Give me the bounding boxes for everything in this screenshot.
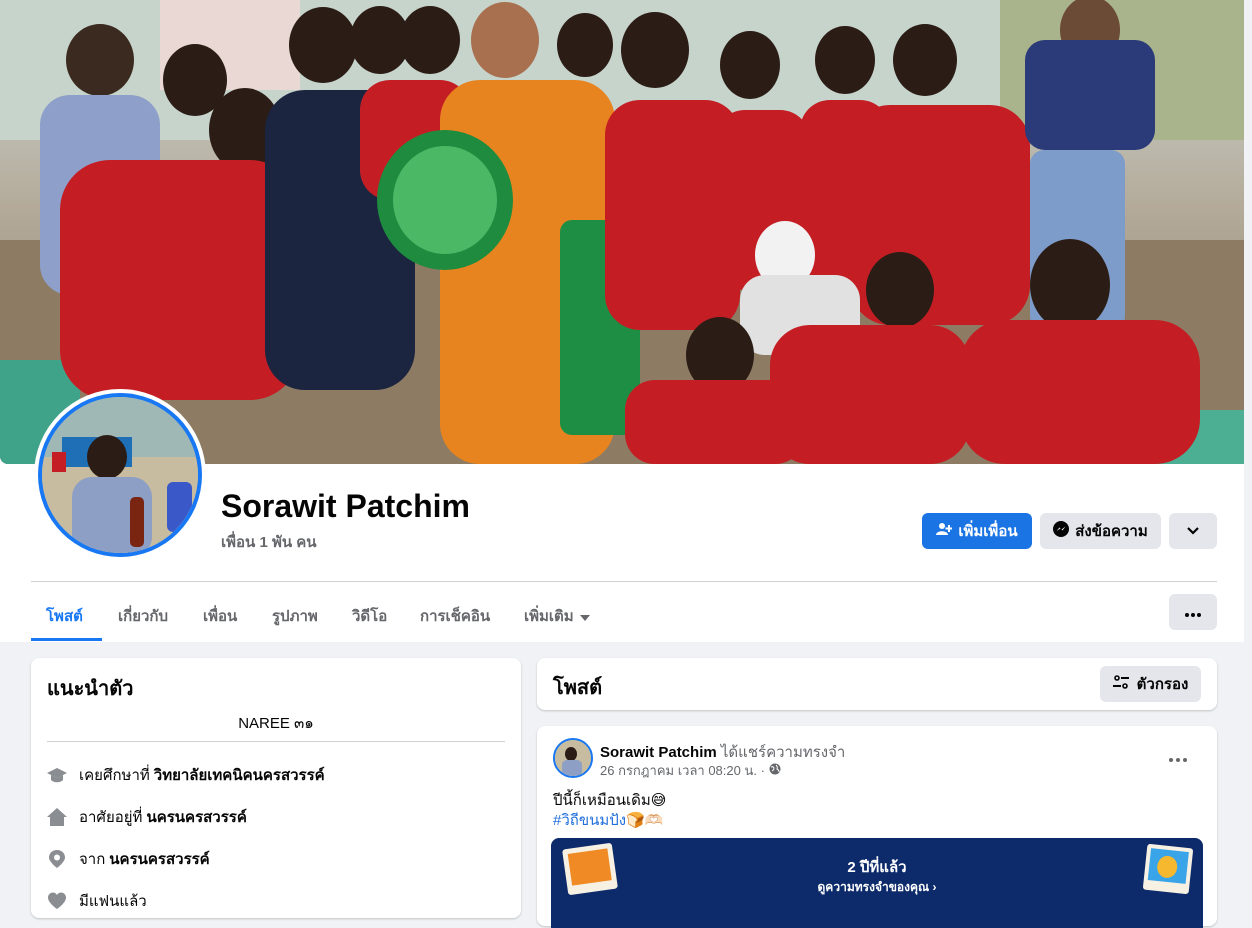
messenger-icon [1053,521,1070,541]
profile-name: Sorawit Patchim [221,488,470,524]
message-label: ส่งข้อความ [1075,523,1148,540]
lives-in-prefix: อาศัยอยู่ที่ [79,809,143,826]
add-person-icon [936,521,953,541]
intro-divider [47,741,505,742]
post-timestamp[interactable]: 26 กรกฎาคม เวลา 08:20 น. · [600,760,765,781]
tab-friends[interactable]: เพื่อน [203,592,237,640]
cover-photo[interactable] [0,0,1252,464]
friends-count[interactable]: เพื่อน 1 พัน คน [221,530,317,554]
graduation-cap-icon [47,765,67,785]
intro-education: เคยศึกษาที่ วิทยาลัยเทคนิคนครสวรรค์ [47,763,325,787]
education-value[interactable]: วิทยาลัยเทคนิคนครสวรรค์ [154,763,325,787]
filter-label: ตัวกรอง [1136,676,1189,693]
profile-options-button[interactable] [1169,594,1217,630]
intro-from: จาก นครนครสวรรค์ [47,847,210,871]
memory-link[interactable]: ดูความทรงจำของคุณ › [551,878,1203,897]
posts-header-card: โพสต์ ตัวกรอง [537,658,1217,710]
memory-banner[interactable]: 2 ปีที่แล้ว ดูความทรงจำของคุณ › [551,838,1203,928]
post-author-avatar[interactable] [553,738,593,778]
from-value[interactable]: นครนครสวรรค์ [109,847,209,871]
tab-posts[interactable]: โพสต์ [46,592,83,640]
add-friend-button[interactable]: เพิ่มเพื่อน [922,513,1032,549]
intro-bio: NAREE ๓๑ [238,715,314,732]
tab-checkins[interactable]: การเช็คอิน [420,592,490,640]
relationship-prefix: มีแฟนแล้ว [79,893,147,910]
tab-more[interactable]: เพิ่มเติม [524,592,590,640]
memory-title: 2 ปีที่แล้ว [847,859,907,876]
intro-title: แนะนำตัว [47,678,134,700]
tab-photos[interactable]: รูปภาพ [272,592,318,640]
post-action: ได้แชร์ความทรงจำ [720,744,846,761]
caret-down-icon [579,608,590,625]
post-hashtag[interactable]: #วิถีขนมปัง🍞🫶🏻 [553,808,663,832]
filter-icon [1112,675,1129,693]
tab-about[interactable]: เกี่ยวกับ [118,592,168,640]
page-scrollbar[interactable] [1244,0,1252,898]
more-actions-button[interactable] [1169,513,1217,549]
filter-button[interactable]: ตัวกรอง [1100,666,1201,702]
education-prefix: เคยศึกษาที่ [79,767,150,784]
heart-icon [47,891,67,911]
tab-videos[interactable]: วิดีโอ [352,592,387,640]
header-divider [31,581,1217,582]
add-friend-label: เพิ่มเพื่อน [958,523,1018,540]
more-dots-icon [1169,758,1187,762]
from-prefix: จาก [79,851,106,868]
post-card: Sorawit Patchim ได้แชร์ความทรงจำ 26 กรกฎ… [537,726,1217,928]
message-button[interactable]: ส่งข้อความ [1040,513,1161,549]
memory-photo-right-icon [1142,843,1194,895]
post-options-button[interactable] [1169,746,1187,767]
intro-relationship: มีแฟนแล้ว [47,889,147,913]
active-tab-indicator [31,638,102,641]
posts-title: โพสต์ [553,677,603,699]
location-pin-icon [47,849,67,869]
tab-more-label: เพิ่มเติม [524,608,574,625]
profile-avatar[interactable] [34,389,206,561]
home-icon [47,807,67,827]
post-timestamp-row: 26 กรกฎาคม เวลา 08:20 น. · [600,760,781,781]
lives-in-value[interactable]: นครนครสวรรค์ [146,805,246,829]
more-dots-icon [1185,604,1201,621]
intro-card: แนะนำตัว NAREE ๓๑ เคยศึกษาที่ วิทยาลัยเท… [31,658,521,918]
post-author-name[interactable]: Sorawit Patchim [600,744,717,761]
globe-icon [769,763,781,778]
intro-lives-in: อาศัยอยู่ที่ นครนครสวรรค์ [47,805,247,829]
chevron-down-icon [1186,523,1200,540]
